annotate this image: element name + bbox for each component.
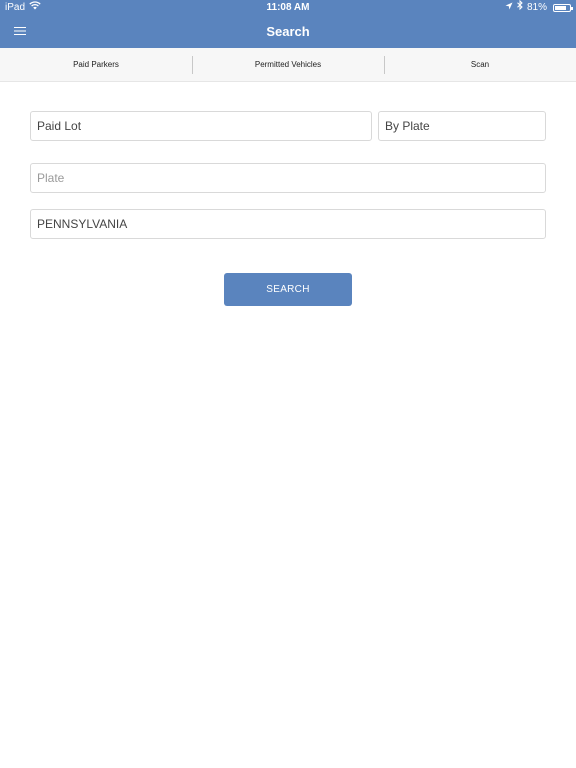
plate-input[interactable] [37,171,545,185]
search-screen: iPad 11:08 AM 81% Search Paid Parkers Pe… [0,0,576,768]
status-right: 81% [505,0,573,16]
tab-bar: Paid Parkers Permitted Vehicles Scan [0,48,576,82]
search-button[interactable]: SEARCH [224,273,352,306]
lot-select[interactable]: Paid Lot [30,111,372,141]
location-arrow-icon [505,0,513,16]
state-select[interactable]: PENNSYLVANIA [30,209,546,239]
hamburger-menu-icon [14,23,26,41]
tab-paid-parkers[interactable]: Paid Parkers [0,48,192,81]
lot-select-value: Paid Lot [37,119,82,133]
state-select-value: PENNSYLVANIA [37,217,128,231]
search-mode-select[interactable]: By Plate [378,111,546,141]
plate-field[interactable] [30,163,546,193]
battery-icon [553,4,573,12]
nav-bar: Search [0,16,576,48]
menu-button[interactable] [12,24,28,40]
tab-scan[interactable]: Scan [384,48,576,81]
search-mode-value: By Plate [385,119,430,133]
battery-percent: 81% [526,2,547,13]
battery-level-fill [555,6,567,10]
status-time: 11:08 AM [266,2,310,13]
tab-permitted-vehicles[interactable]: Permitted Vehicles [192,48,384,81]
page-title: Search [266,24,310,39]
bluetooth-icon [517,0,523,16]
status-bar: iPad 11:08 AM 81% [0,0,576,16]
app-header: iPad 11:08 AM 81% Search [0,0,576,48]
